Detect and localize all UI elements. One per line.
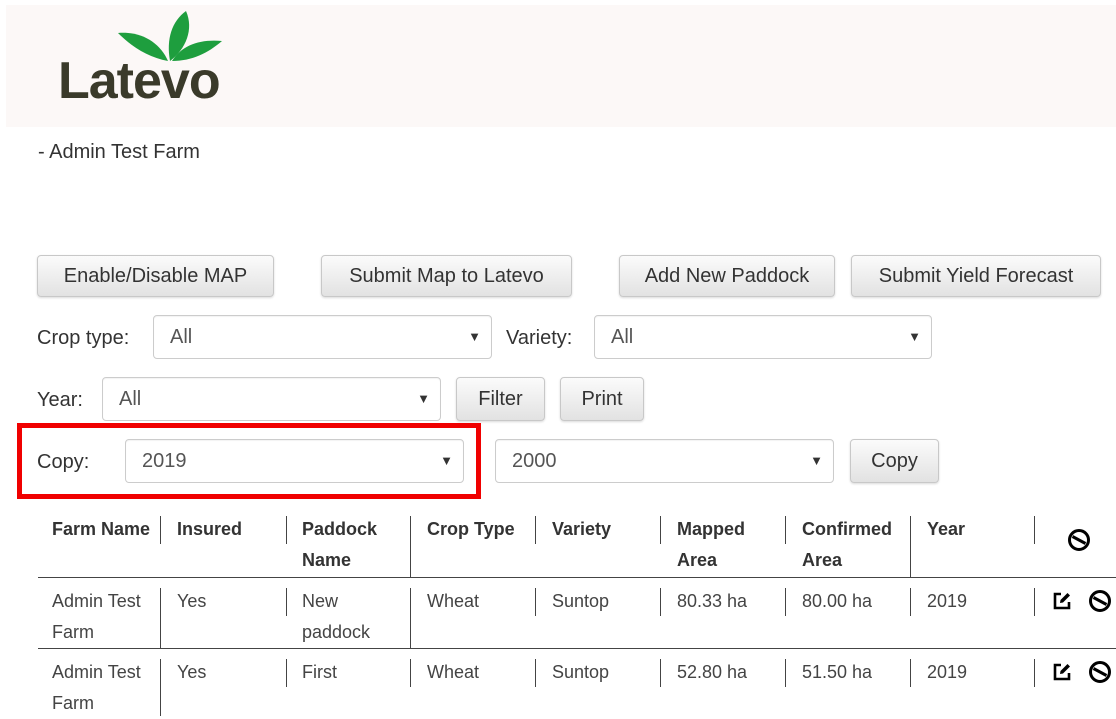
cell-farm-name-line2: Farm [52,693,94,713]
crop-type-label: Crop type: [37,327,130,349]
variety-label: Variety: [506,327,573,349]
header-farm-name[interactable]: Farm Name [52,514,150,545]
cell-year: 2019 [927,591,968,611]
submit-yield-forecast-button[interactable]: Submit Yield Forecast [851,255,1101,297]
cell-year: 2019 [927,662,968,682]
cell-paddock-name: New [302,591,339,611]
copy-from-year-value: 2019 [142,449,187,472]
cell-insured: Yes [177,591,207,611]
cell-crop-type: Wheat [427,591,480,611]
ban-icon[interactable] [1068,529,1090,551]
caret-down-icon: ▼ [810,453,823,468]
copy-from-year-select[interactable]: 2019 ▼ [125,439,464,483]
year-label: Year: [37,389,83,411]
cell-variety: Suntop [552,591,610,611]
header-variety[interactable]: Variety [552,514,611,545]
ban-icon[interactable] [1089,661,1111,683]
header-mapped-area-line2: Area [677,550,718,570]
page-title: - Admin Test Farm [38,141,200,163]
caret-down-icon: ▼ [440,453,453,468]
cell-farm-name: Admin Test [52,662,141,682]
print-button[interactable]: Print [560,377,644,421]
copy-button[interactable]: Copy [850,439,939,483]
year-value: All [119,387,142,410]
cell-mapped-area: 52.80 ha [677,662,748,682]
header-mapped-area[interactable]: Mapped [677,514,745,545]
caret-down-icon: ▼ [417,391,430,406]
header-banner: Latevo [6,5,1116,127]
cell-farm-name-line2: Farm [52,622,94,642]
brand-name: Latevo [58,52,221,110]
ban-icon[interactable] [1089,590,1111,612]
cell-insured: Yes [177,662,207,682]
year-select[interactable]: All ▼ [102,377,441,421]
cell-confirmed-area: 80.00 ha [802,591,873,611]
copy-label: Copy: [37,451,90,473]
cell-paddock-name: First [302,662,337,682]
header-crop-type[interactable]: Crop Type [427,514,515,545]
latevo-logo[interactable]: Latevo [58,9,236,109]
cell-mapped-area: 80.33 ha [677,591,748,611]
variety-value: All [611,325,634,348]
submit-map-button[interactable]: Submit Map to Latevo [321,255,572,297]
enable-disable-map-button[interactable]: Enable/Disable MAP [37,255,274,297]
cell-confirmed-area: 51.50 ha [802,662,873,682]
caret-down-icon: ▼ [908,329,921,344]
header-insured[interactable]: Insured [177,514,242,545]
cell-farm-name: Admin Test [52,591,141,611]
cell-variety: Suntop [552,662,610,682]
cell-paddock-name-line2: paddock [302,622,371,642]
header-confirmed-area[interactable]: Confirmed [802,514,892,545]
header-year[interactable]: Year [927,514,965,545]
filter-button[interactable]: Filter [456,377,545,421]
crop-type-value: All [170,325,193,348]
add-new-paddock-button[interactable]: Add New Paddock [619,255,835,297]
variety-select[interactable]: All ▼ [594,315,932,359]
edit-icon[interactable] [1052,662,1072,682]
cell-crop-type: Wheat [427,662,480,682]
caret-down-icon: ▼ [468,329,481,344]
edit-icon[interactable] [1052,591,1072,611]
header-paddock-name[interactable]: Paddock [302,514,377,545]
copy-to-year-select[interactable]: 2000 ▼ [495,439,834,483]
header-paddock-name-line2: Name [302,550,352,570]
copy-to-year-value: 2000 [512,449,557,472]
header-confirmed-area-line2: Area [802,550,843,570]
crop-type-select[interactable]: All ▼ [153,315,492,359]
